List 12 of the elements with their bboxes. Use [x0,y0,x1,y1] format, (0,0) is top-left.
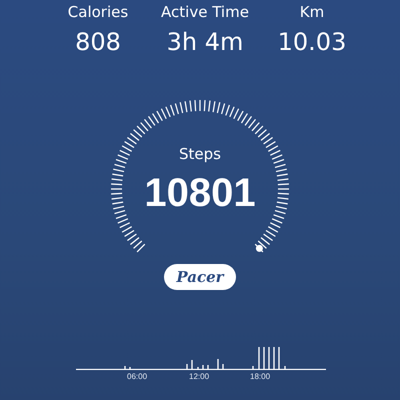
time-label: 06:00 [127,372,148,381]
stat-value: 10.03 [278,27,346,58]
steps-label: Steps [179,144,221,164]
time-label: 12:00 [189,372,210,381]
stat-label: Km [300,2,324,22]
stat-value: 808 [75,27,121,58]
steps-count: 10801 [144,170,256,217]
brand-logo-button[interactable]: Pacer [164,264,236,290]
stat-value: 3h 4m [166,27,244,58]
time-label: 18:00 [250,372,270,381]
stat-label: Calories [68,2,128,22]
stat-label: Active Time [161,2,249,22]
